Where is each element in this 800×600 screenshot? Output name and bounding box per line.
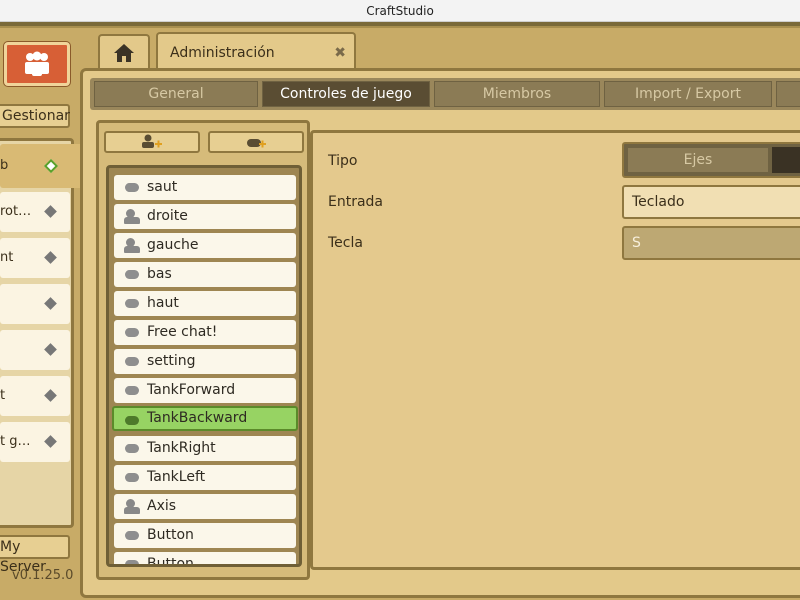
control-list-item-label: bas [147, 266, 172, 282]
button-pill-icon [125, 357, 139, 366]
control-list-item-label: saut [147, 179, 178, 195]
close-tab-icon[interactable]: ✖ [334, 34, 346, 72]
tipo-label: Tipo [328, 153, 358, 169]
sidebar-project-item[interactable]: t [0, 376, 70, 416]
control-list-item-label: Button [147, 556, 194, 567]
button-pill-icon [125, 183, 139, 192]
control-list-item[interactable]: setting [114, 349, 296, 374]
control-list-item[interactable]: Axis [114, 494, 296, 519]
axis-person-icon [124, 238, 142, 254]
tab-administracion-label: Administración [170, 45, 275, 61]
add-button-control-button[interactable] [208, 131, 304, 153]
tipo-segmented-control: Ejes [622, 142, 800, 178]
button-pill-icon [125, 531, 139, 540]
tipo-option-botones[interactable] [772, 147, 800, 173]
offline-status-icon [44, 297, 57, 310]
control-list-item-label: TankForward [147, 382, 236, 398]
offline-status-icon [44, 389, 57, 402]
add-axis-icon [142, 134, 162, 148]
subtab-bar: General Controles de juego Miembros Impo… [90, 78, 800, 110]
members-logo-button[interactable] [4, 42, 70, 86]
button-pill-icon [125, 299, 139, 308]
tecla-label: Tecla [328, 235, 363, 251]
button-pill-icon [125, 270, 139, 279]
subtab-general[interactable]: General [94, 81, 258, 107]
window-title: CraftStudio [366, 4, 434, 18]
manage-button[interactable]: Gestionar [0, 104, 70, 128]
controls-list: saut droite gauche bas haut Free chat! setting… [106, 165, 302, 567]
control-list-item[interactable]: Free chat! [114, 320, 296, 345]
offline-status-icon [44, 205, 57, 218]
button-pill-icon [125, 416, 139, 425]
subtab-miembros[interactable]: Miembros [434, 81, 600, 107]
control-list-item[interactable]: haut [114, 291, 296, 316]
version-label: v0.1.25.0 [12, 568, 74, 583]
add-axis-button[interactable] [104, 131, 200, 153]
control-list-item[interactable]: Button [114, 552, 296, 567]
button-pill-icon [125, 473, 139, 482]
control-list-item-label: Axis [147, 498, 177, 514]
people-group-icon [25, 51, 49, 76]
control-list-item-label: TankRight [147, 440, 216, 456]
button-pill-icon [125, 386, 139, 395]
sidebar-project-label: b [0, 158, 9, 173]
home-tab[interactable] [98, 34, 150, 70]
sidebar-project-item[interactable] [0, 330, 70, 370]
control-list-item-label: Button [147, 527, 194, 543]
control-list-item[interactable]: TankLeft [114, 465, 296, 490]
button-pill-icon [125, 560, 139, 564]
sidebar-project-label: t [0, 388, 6, 403]
control-list-item[interactable]: droite [114, 204, 296, 229]
button-pill-icon [125, 328, 139, 337]
control-list-item[interactable]: TankRight [114, 436, 296, 461]
offline-status-icon [44, 251, 57, 264]
axis-person-icon [124, 499, 142, 515]
control-list-item[interactable]: saut [114, 175, 296, 200]
subtab-import-export[interactable]: Import / Export [604, 81, 772, 107]
window-titlebar: CraftStudio [0, 0, 800, 22]
subtab-more[interactable] [776, 81, 800, 107]
control-list-item[interactable]: TankForward [114, 378, 296, 403]
sidebar-project-item[interactable]: nt [0, 238, 70, 278]
control-list-item-label: droite [147, 208, 188, 224]
control-list-item-label: setting [147, 353, 196, 369]
offline-status-icon [44, 343, 57, 356]
home-icon [114, 44, 134, 62]
subtab-controles-de-juego[interactable]: Controles de juego [262, 81, 430, 107]
tecla-key-field[interactable]: S [622, 226, 800, 260]
control-list-item[interactable]: TankBackward [112, 406, 298, 431]
my-server-button[interactable]: My Server [0, 535, 70, 575]
button-pill-icon [125, 444, 139, 453]
online-status-icon [43, 158, 59, 174]
control-list-item[interactable]: bas [114, 262, 296, 287]
control-list-item-label: haut [147, 295, 179, 311]
sidebar-project-label: nt [0, 250, 14, 265]
offline-status-icon [44, 435, 57, 448]
control-list-item-label: Free chat! [147, 324, 218, 340]
entrada-label: Entrada [328, 194, 384, 210]
sidebar-project-label: t g… [0, 434, 31, 449]
sidebar-project-item[interactable]: rot… [0, 192, 70, 232]
control-list-item-label: gauche [147, 237, 199, 253]
sidebar-project-item[interactable]: b [0, 144, 94, 188]
axis-person-icon [124, 209, 142, 225]
sidebar-project-item[interactable] [0, 284, 70, 324]
sidebar-project-label: rot… [0, 204, 32, 219]
control-list-item[interactable]: gauche [114, 233, 296, 258]
control-list-item[interactable]: Button [114, 523, 296, 548]
entrada-select[interactable]: Teclado [622, 185, 800, 219]
control-list-item-label: TankLeft [147, 469, 206, 485]
control-list-item-label: TankBackward [147, 410, 248, 426]
tab-administracion[interactable]: Administración ✖ [156, 32, 356, 72]
sidebar-project-item[interactable]: t g… [0, 422, 70, 462]
tipo-option-ejes[interactable]: Ejes [627, 147, 769, 173]
add-button-icon [247, 139, 266, 148]
